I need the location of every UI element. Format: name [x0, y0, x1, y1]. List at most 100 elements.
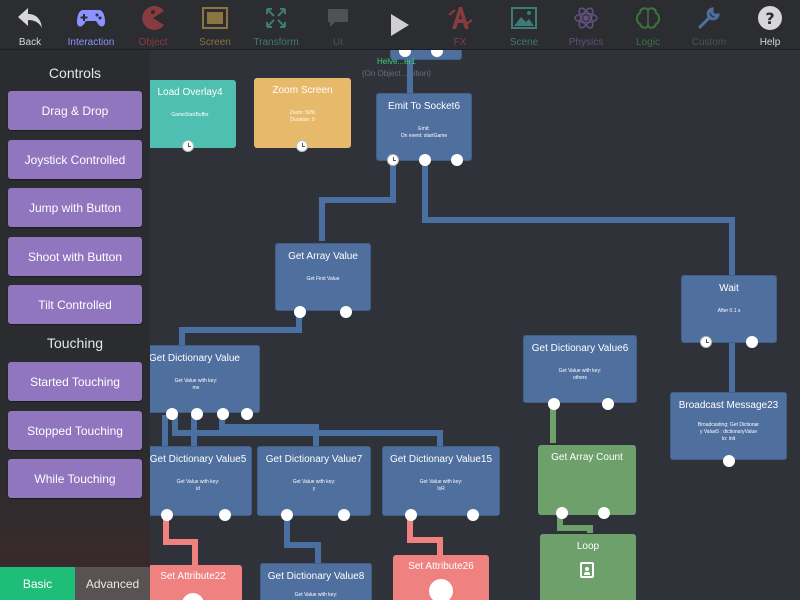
atom-icon [571, 3, 601, 33]
get-dictionary-value5-node[interactable]: Get Dictionary Value5 Get Value with key… [144, 446, 252, 521]
output-port[interactable] [219, 509, 231, 521]
toolbar-label: Transform [253, 37, 299, 48]
while-touching-button[interactable]: While Touching [8, 459, 142, 498]
ui-button[interactable]: UI [320, 0, 356, 50]
object-button[interactable]: Object [132, 0, 174, 50]
output-port[interactable] [431, 50, 443, 57]
output-port[interactable] [723, 455, 735, 467]
get-dictionary-value15-node[interactable]: Get Dictionary Value15 Get Value with ke… [382, 446, 500, 521]
drag-drop-button[interactable]: Drag & Drop [8, 91, 142, 130]
toolbar-label: Physics [568, 37, 604, 48]
output-port[interactable] [281, 509, 293, 521]
toolbar-label: Custom [691, 37, 727, 48]
toolbar-label: Interaction [67, 37, 115, 48]
set-attribute26-node[interactable]: Set Attribute26 [393, 555, 489, 600]
output-port[interactable] [191, 408, 203, 420]
play-button[interactable] [380, 0, 420, 50]
node-title: Get Dictionary Value8 [267, 571, 365, 582]
zoom-screen-node[interactable]: Zoom Screen Zoom: 50% Duration: 0 [254, 78, 351, 152]
wait-node[interactable]: Wait After 0.1 s [681, 275, 777, 348]
set-attribute22-node[interactable]: Set Attribute22 [144, 565, 242, 600]
section-title-touching: Touching [46, 335, 104, 351]
help-icon: ? [755, 3, 785, 33]
toolbar-label: Back [18, 37, 42, 48]
toolbar-label: Help [759, 37, 781, 48]
output-port[interactable] [405, 509, 417, 521]
output-port[interactable] [419, 154, 431, 166]
screen-icon [200, 3, 230, 33]
back-button[interactable]: Back [8, 0, 52, 50]
clock-icon[interactable] [296, 140, 308, 152]
node-sublabel: (On Object ...sition) [362, 69, 431, 78]
load-overlay-node[interactable]: Load Overlay4 GameStartBuffer [144, 80, 236, 152]
emit-socket-node[interactable]: Emit To Socket6 Emit: On event: startGam… [376, 93, 472, 166]
gamepad-icon [76, 3, 106, 33]
output-port[interactable] [451, 154, 463, 166]
svg-text:?: ? [765, 9, 774, 28]
toolbar-label: Object [138, 37, 168, 48]
clock-icon[interactable] [182, 140, 194, 152]
output-port[interactable] [294, 306, 306, 318]
output-port[interactable] [467, 509, 479, 521]
joystick-controlled-button[interactable]: Joystick Controlled [8, 140, 142, 179]
pacman-icon [138, 3, 168, 33]
fx-icon [445, 3, 475, 33]
tab-basic[interactable]: Basic [0, 567, 75, 600]
node-subtitle: Broadcasting: Get Dictionar y Value5 : d… [697, 422, 760, 442]
node-title: Get Dictionary Value7 [265, 454, 363, 465]
landscape-icon [509, 3, 539, 33]
node-label: Helve...er1 [377, 57, 416, 66]
clock-icon[interactable] [387, 154, 399, 166]
output-port[interactable] [161, 509, 173, 521]
screen-button[interactable]: Screen [195, 0, 235, 50]
node-subtitle: Get Value with key: [294, 592, 338, 598]
output-port[interactable] [602, 398, 614, 410]
started-touching-button[interactable]: Started Touching [8, 362, 142, 401]
output-port[interactable] [241, 408, 253, 420]
behavior-palette-panel: Controls Drag & Drop Joystick Controlled… [0, 50, 150, 600]
fx-button[interactable]: FX [440, 0, 480, 50]
output-port[interactable] [340, 306, 352, 318]
custom-button[interactable]: Custom [690, 0, 728, 50]
output-port[interactable] [166, 408, 178, 420]
node-subtitle: Get First Value [306, 276, 340, 282]
logic-button[interactable]: Logic [630, 0, 666, 50]
get-dictionary-value8-node[interactable]: Get Dictionary Value8 Get Value with key… [260, 563, 372, 600]
attribute-icon [182, 593, 204, 600]
output-port[interactable] [338, 509, 350, 521]
node-subtitle: After 0.1 s [717, 308, 741, 314]
clock-icon[interactable] [700, 336, 712, 348]
get-dictionary-value6-node[interactable]: Get Dictionary Value6 Get Value with key… [523, 335, 637, 410]
jump-with-button-button[interactable]: Jump with Button [8, 188, 142, 227]
shoot-with-button-button[interactable]: Shoot with Button [8, 237, 142, 276]
output-port[interactable] [548, 398, 560, 410]
help-button[interactable]: ? Help [752, 0, 788, 50]
broadcast-message-node[interactable]: Broadcast Message23 Broadcasting: Get Di… [670, 392, 787, 467]
node-title: Emit To Socket6 [387, 101, 461, 112]
node-title: Broadcast Message23 [678, 400, 779, 411]
output-port[interactable] [746, 336, 758, 348]
output-port[interactable] [399, 50, 411, 57]
physics-button[interactable]: Physics [564, 0, 608, 50]
output-port[interactable] [598, 507, 610, 519]
tilt-controlled-button[interactable]: Tilt Controlled [8, 285, 142, 324]
section-title-controls: Controls [48, 65, 102, 81]
node-title: Load Overlay4 [157, 87, 223, 98]
stopped-touching-button[interactable]: Stopped Touching [8, 411, 142, 450]
node-subtitle: Get Value with key: y [292, 479, 336, 492]
wrench-icon [694, 3, 724, 33]
get-dictionary-value7-node[interactable]: Get Dictionary Value7 Get Value with key… [257, 446, 371, 521]
get-array-value-node[interactable]: Get Array Value Get First Value [275, 243, 371, 318]
node-title: Get Dictionary Value15 [389, 454, 493, 465]
get-array-count-node[interactable]: Get Array Count [538, 445, 636, 519]
tab-advanced[interactable]: Advanced [75, 567, 150, 600]
output-port[interactable] [217, 408, 229, 420]
node-title: Set Attribute26 [408, 561, 474, 572]
output-port[interactable] [556, 507, 568, 519]
interaction-button[interactable]: Interaction [66, 0, 116, 50]
transform-arrows-icon [261, 3, 291, 33]
node-subtitle: GameStartBuffer [171, 112, 209, 118]
transform-button[interactable]: Transform [252, 0, 300, 50]
loop-node[interactable]: Loop [540, 534, 636, 600]
scene-button[interactable]: Scene [504, 0, 544, 50]
